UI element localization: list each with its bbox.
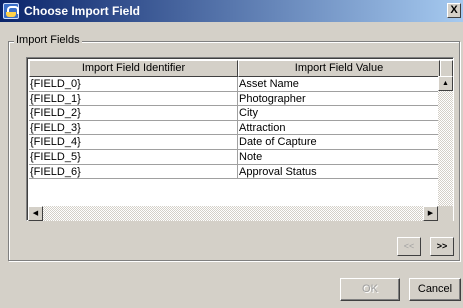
field-identifier-cell: {FIELD_3}: [29, 120, 238, 136]
field-identifier-cell: {FIELD_1}: [29, 91, 238, 107]
field-value-cell: Photographer: [238, 91, 439, 107]
title-bar: Choose Import Field X: [0, 0, 463, 22]
field-value-cell: Date of Capture: [238, 135, 439, 150]
horizontal-scrollbar[interactable]: ◀ ▶: [28, 206, 438, 221]
window-title: Choose Import Field: [24, 4, 141, 18]
table-row[interactable]: {FIELD_6} Approval Status: [29, 164, 439, 180]
app-icon: [3, 3, 19, 19]
cancel-button[interactable]: Cancel: [409, 278, 461, 301]
scroll-up-button[interactable]: ▲: [438, 76, 453, 91]
import-field-table: Import Field Identifier Import Field Val…: [26, 57, 454, 221]
previous-page-button[interactable]: <<: [397, 237, 421, 256]
scroll-left-button[interactable]: ◀: [28, 206, 43, 221]
scrollbar-corner: [438, 206, 453, 221]
table-row[interactable]: {FIELD_3} Attraction: [29, 120, 439, 136]
table-row[interactable]: {FIELD_0} Asset Name: [29, 77, 439, 92]
field-value-cell: Note: [238, 149, 439, 165]
vertical-scrollbar[interactable]: ▲ ▼: [438, 76, 453, 221]
column-header-value[interactable]: Import Field Value: [238, 60, 440, 77]
next-page-button[interactable]: >>: [430, 237, 454, 256]
table-row[interactable]: {FIELD_1} Photographer: [29, 91, 439, 107]
field-identifier-cell: {FIELD_6}: [29, 164, 238, 180]
field-identifier-cell: {FIELD_0}: [29, 77, 238, 92]
ok-button[interactable]: OK: [340, 278, 400, 301]
field-value-cell: Attraction: [238, 120, 439, 136]
field-value-cell: City: [238, 106, 439, 121]
column-header-filler: [440, 60, 453, 77]
table-body: {FIELD_0} Asset Name {FIELD_1} Photograp…: [29, 77, 439, 180]
scroll-right-button[interactable]: ▶: [423, 206, 438, 221]
group-label: Import Fields: [14, 34, 82, 46]
close-button[interactable]: X: [447, 3, 461, 18]
field-value-cell: Approval Status: [238, 164, 439, 180]
column-header-identifier[interactable]: Import Field Identifier: [29, 60, 238, 77]
field-identifier-cell: {FIELD_2}: [29, 106, 238, 121]
table-row[interactable]: {FIELD_4} Date of Capture: [29, 135, 439, 150]
field-identifier-cell: {FIELD_4}: [29, 135, 238, 150]
table-header: Import Field Identifier Import Field Val…: [29, 60, 453, 77]
table-row[interactable]: {FIELD_2} City: [29, 106, 439, 121]
field-identifier-cell: {FIELD_5}: [29, 149, 238, 165]
table-row[interactable]: {FIELD_5} Note: [29, 149, 439, 165]
field-value-cell: Asset Name: [238, 77, 439, 92]
